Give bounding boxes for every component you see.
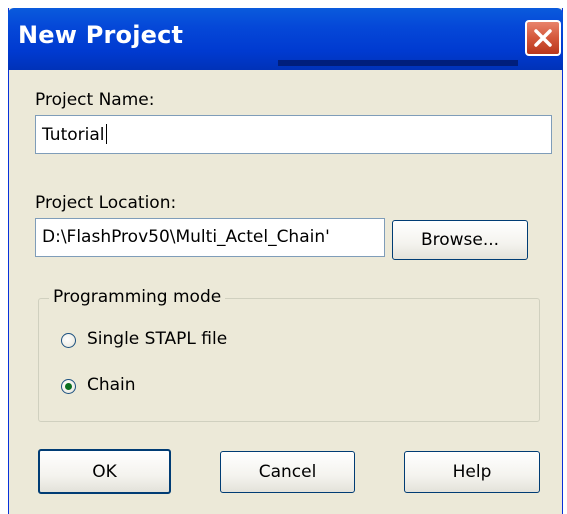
project-name-label: Project Name: — [35, 90, 155, 110]
browse-button-label: Browse... — [420, 230, 500, 250]
project-name-value: Tutorial — [42, 125, 105, 145]
programming-mode-group: Programming mode Single STAPL file Chain — [38, 287, 540, 422]
radio-single-stapl-file-label[interactable]: Single STAPL file — [87, 329, 227, 349]
help-button[interactable]: Help — [404, 451, 540, 493]
programming-mode-title: Programming mode — [49, 287, 226, 307]
project-location-input[interactable]: D:\FlashProv50\Multi_Actel_Chain' — [35, 218, 385, 257]
dialog-title: New Project — [18, 21, 184, 49]
project-location-label: Project Location: — [35, 193, 177, 213]
ok-button-label: OK — [92, 462, 117, 482]
cancel-button[interactable]: Cancel — [220, 451, 355, 493]
browse-button[interactable]: Browse... — [392, 220, 528, 260]
radio-chain-label[interactable]: Chain — [87, 375, 136, 395]
project-location-value: D:\FlashProv50\Multi_Actel_Chain' — [42, 227, 330, 247]
cancel-button-label: Cancel — [258, 462, 317, 482]
radio-selected-dot — [65, 383, 72, 390]
radio-single-stapl-file[interactable] — [61, 333, 76, 348]
help-button-label: Help — [452, 462, 492, 482]
title-bar-accent — [278, 60, 518, 66]
ok-button[interactable]: OK — [38, 449, 171, 494]
close-button[interactable] — [525, 20, 561, 56]
new-project-dialog: New Project Project Name: Tutorial Proje… — [8, 8, 563, 514]
close-icon — [534, 29, 552, 47]
radio-chain[interactable] — [61, 379, 76, 394]
title-bar[interactable]: New Project — [8, 8, 563, 70]
project-name-input[interactable]: Tutorial — [35, 115, 552, 154]
text-caret — [105, 124, 107, 144]
